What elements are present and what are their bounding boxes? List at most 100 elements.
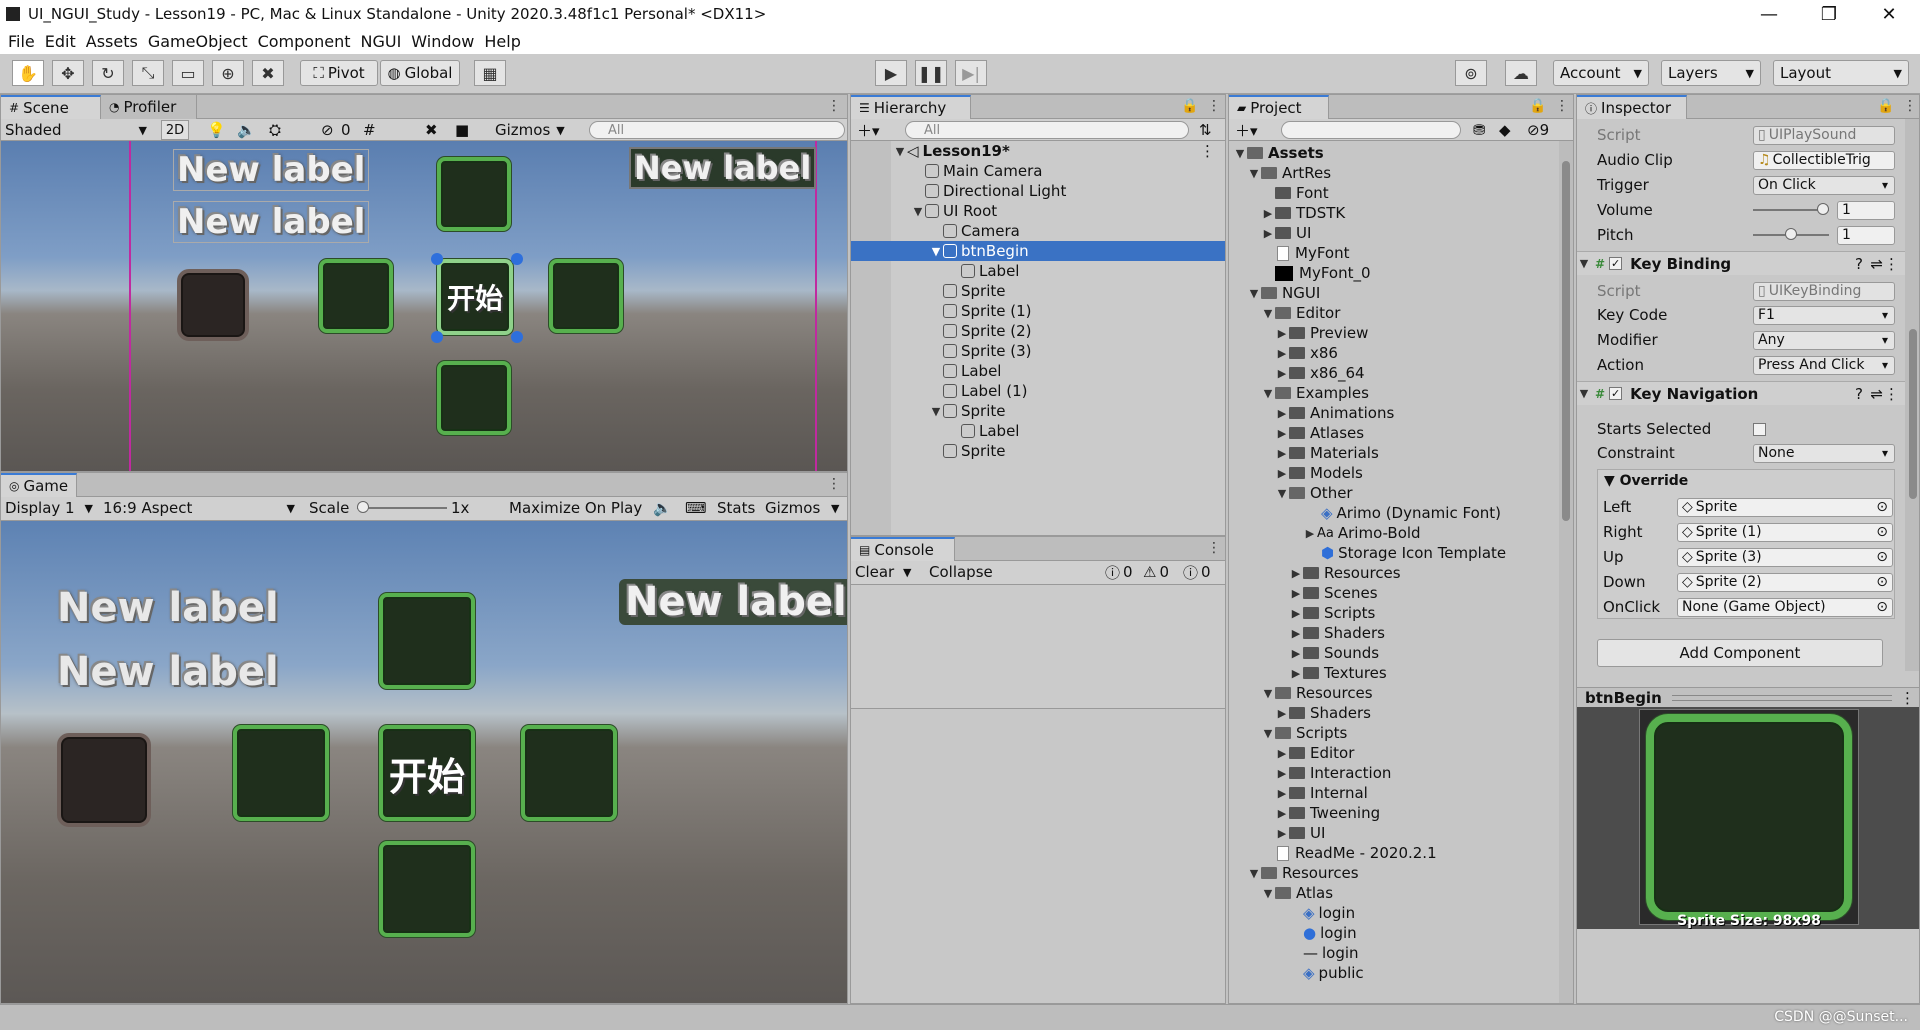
keyboard-icon[interactable]: ⌨ <box>685 498 707 518</box>
object-picker-icon[interactable]: ⊙ <box>1876 549 1888 565</box>
hierarchy-search-input[interactable]: All <box>905 121 1189 139</box>
hierarchy-item[interactable]: Sprite (3) <box>851 341 1225 361</box>
rotate-tool-icon[interactable]: ↻ <box>92 60 124 86</box>
step-button[interactable]: ▶| <box>955 60 987 86</box>
chevron-down-icon[interactable]: ▼ <box>831 498 839 518</box>
starts-selected-checkbox[interactable] <box>1753 422 1766 436</box>
project-item[interactable]: ▶ Textures <box>1229 663 1559 683</box>
menu-gameobject[interactable]: GameObject <box>148 32 248 51</box>
tab-project[interactable]: ▰ Project <box>1229 95 1329 119</box>
display-dropdown[interactable]: Display 1 ▼ <box>5 498 97 518</box>
close-button[interactable]: ✕ <box>1860 0 1918 28</box>
create-button[interactable]: ＋▾ <box>857 120 880 140</box>
object-picker-icon[interactable]: ⊙ <box>1876 499 1888 515</box>
project-item[interactable]: ◈ Arimo (Dynamic Font) <box>1229 503 1559 523</box>
project-item[interactable]: ◈ public <box>1229 963 1559 983</box>
search-by-type-icon[interactable]: ⛃ <box>1473 120 1486 140</box>
object-picker-icon[interactable]: ⊙ <box>1876 524 1888 540</box>
transform-tool-icon[interactable]: ⊕ <box>212 60 244 86</box>
play-button[interactable]: ▶ <box>875 60 907 86</box>
key-binding-header[interactable]: ▼ # ✓ Key Binding? ⇌ ⋮ <box>1577 251 1905 275</box>
project-item[interactable]: ▶ Interaction <box>1229 763 1559 783</box>
onclick-field[interactable]: None (Game Object) ⊙ <box>1677 597 1893 617</box>
scene-new-label-2[interactable]: New label <box>173 201 370 243</box>
mute-audio-icon[interactable]: 🔈 <box>653 498 672 518</box>
hierarchy-item[interactable]: ▼ Sprite <box>851 401 1225 421</box>
key-navigation-header[interactable]: ▼ # ✓ Key Navigation? ⇌ ⋮ <box>1577 381 1905 405</box>
search-by-label-icon[interactable]: ◆ <box>1499 120 1511 140</box>
project-item[interactable]: ▶ x86_64 <box>1229 363 1559 383</box>
project-item[interactable]: ▶ Scripts <box>1229 603 1559 623</box>
kebab-menu-icon[interactable]: ⋮ <box>1900 689 1915 707</box>
modifier-dropdown[interactable]: Any <box>1753 330 1895 350</box>
scrollbar-thumb[interactable] <box>1909 329 1917 499</box>
hierarchy-scene-root[interactable]: ▼ ◁ Lesson19* ⋮ <box>851 141 1225 161</box>
game-view[interactable]: New label New label New label 开始 <box>1 521 847 1003</box>
cloud-icon[interactable]: ☁ <box>1505 60 1537 86</box>
hierarchy-item[interactable]: Camera <box>851 221 1225 241</box>
collapse-arrow-icon[interactable]: ▼ <box>1577 387 1591 400</box>
maximize-on-play-toggle[interactable]: Maximize On Play <box>509 498 642 518</box>
project-item[interactable]: ▼ NGUI <box>1229 283 1559 303</box>
project-item[interactable]: ◈ login <box>1229 903 1559 923</box>
trigger-dropdown[interactable]: On Click <box>1753 175 1895 195</box>
hand-tool-icon[interactable]: ✋ <box>12 60 44 86</box>
layers-dropdown[interactable]: Layers ▼ <box>1661 60 1761 86</box>
shading-mode-dropdown[interactable]: Shaded ▼ <box>5 120 151 140</box>
project-item[interactable]: — login <box>1229 943 1559 963</box>
pivot-toggle[interactable]: ⛶ Pivot <box>300 60 378 86</box>
camera-icon[interactable]: ■ <box>455 120 469 140</box>
scale-tool-icon[interactable]: ⤡ <box>132 60 164 86</box>
game-gizmos-toggle[interactable]: Gizmos <box>765 498 820 518</box>
expand-arrow-icon[interactable]: ▼ <box>893 145 907 158</box>
project-item[interactable]: ▼ Other <box>1229 483 1559 503</box>
menu-edit[interactable]: Edit <box>45 32 76 51</box>
pitch-field[interactable]: 1 <box>1837 225 1895 245</box>
log-toggle[interactable]: ⓘ 0 <box>1105 562 1133 582</box>
project-item[interactable]: ▼ Examples <box>1229 383 1559 403</box>
project-item[interactable]: Font <box>1229 183 1559 203</box>
project-item[interactable]: ▼ Scripts <box>1229 723 1559 743</box>
project-item[interactable]: ▶ Materials <box>1229 443 1559 463</box>
scrollbar-thumb[interactable] <box>1562 161 1570 521</box>
2d-toggle[interactable]: 2D <box>161 120 189 140</box>
kebab-menu-icon[interactable]: ⋮ <box>1555 98 1569 114</box>
project-item[interactable]: ▶ TDSTK <box>1229 203 1559 223</box>
project-item[interactable]: ▶ Preview <box>1229 323 1559 343</box>
lock-icon[interactable]: 🔒 <box>1877 98 1894 114</box>
create-button[interactable]: ＋▾ <box>1235 120 1258 140</box>
drag-handle[interactable] <box>1671 694 1892 701</box>
action-dropdown[interactable]: Press And Click <box>1753 355 1895 375</box>
layout-dropdown[interactable]: Layout ▼ <box>1773 60 1909 86</box>
override-header[interactable]: ▼ Override <box>1604 473 1688 489</box>
scale-slider[interactable] <box>357 498 447 518</box>
scene-new-label-1[interactable]: New label <box>173 149 370 191</box>
scene-new-label-3[interactable]: New label <box>629 147 817 189</box>
kebab-menu-icon[interactable]: ⋮ <box>1884 385 1899 403</box>
clear-button[interactable]: Clear <box>855 562 894 582</box>
scene-sprite-bottom[interactable] <box>437 361 511 435</box>
project-item[interactable]: ▼ Assets <box>1229 143 1559 163</box>
hierarchy-item[interactable]: Main Camera <box>851 161 1225 181</box>
project-item[interactable]: ▶ Animations <box>1229 403 1559 423</box>
game-dark-sprite[interactable] <box>57 733 151 827</box>
project-item[interactable]: ▶ Aa Arimo-Bold <box>1229 523 1559 543</box>
error-toggle[interactable]: ⓘ 0 <box>1183 562 1211 582</box>
expand-arrow-icon[interactable]: ▼ <box>911 205 925 218</box>
menu-file[interactable]: File <box>8 32 35 51</box>
kebab-menu-icon[interactable]: ⋮ <box>1200 142 1215 160</box>
help-icon[interactable]: ? <box>1855 385 1863 403</box>
hidden-objects-icon[interactable]: ⊘ <box>321 120 334 140</box>
scene-sprite-left[interactable] <box>319 259 393 333</box>
project-search-input[interactable] <box>1281 121 1461 139</box>
restore-button[interactable]: ❐ <box>1800 0 1858 28</box>
menu-component[interactable]: Component <box>258 32 351 51</box>
project-item[interactable]: ▼ Resources <box>1229 863 1559 883</box>
tools-icon[interactable]: ✖ <box>425 120 438 140</box>
hierarchy-item[interactable]: Sprite <box>851 441 1225 461</box>
project-item[interactable]: ▼ Resources <box>1229 683 1559 703</box>
menu-help[interactable]: Help <box>484 32 520 51</box>
effects-icon[interactable]: ⛭ <box>269 120 281 140</box>
kebab-menu-icon[interactable]: ⋮ <box>1207 98 1221 114</box>
project-item[interactable]: MyFont_0 <box>1229 263 1559 283</box>
